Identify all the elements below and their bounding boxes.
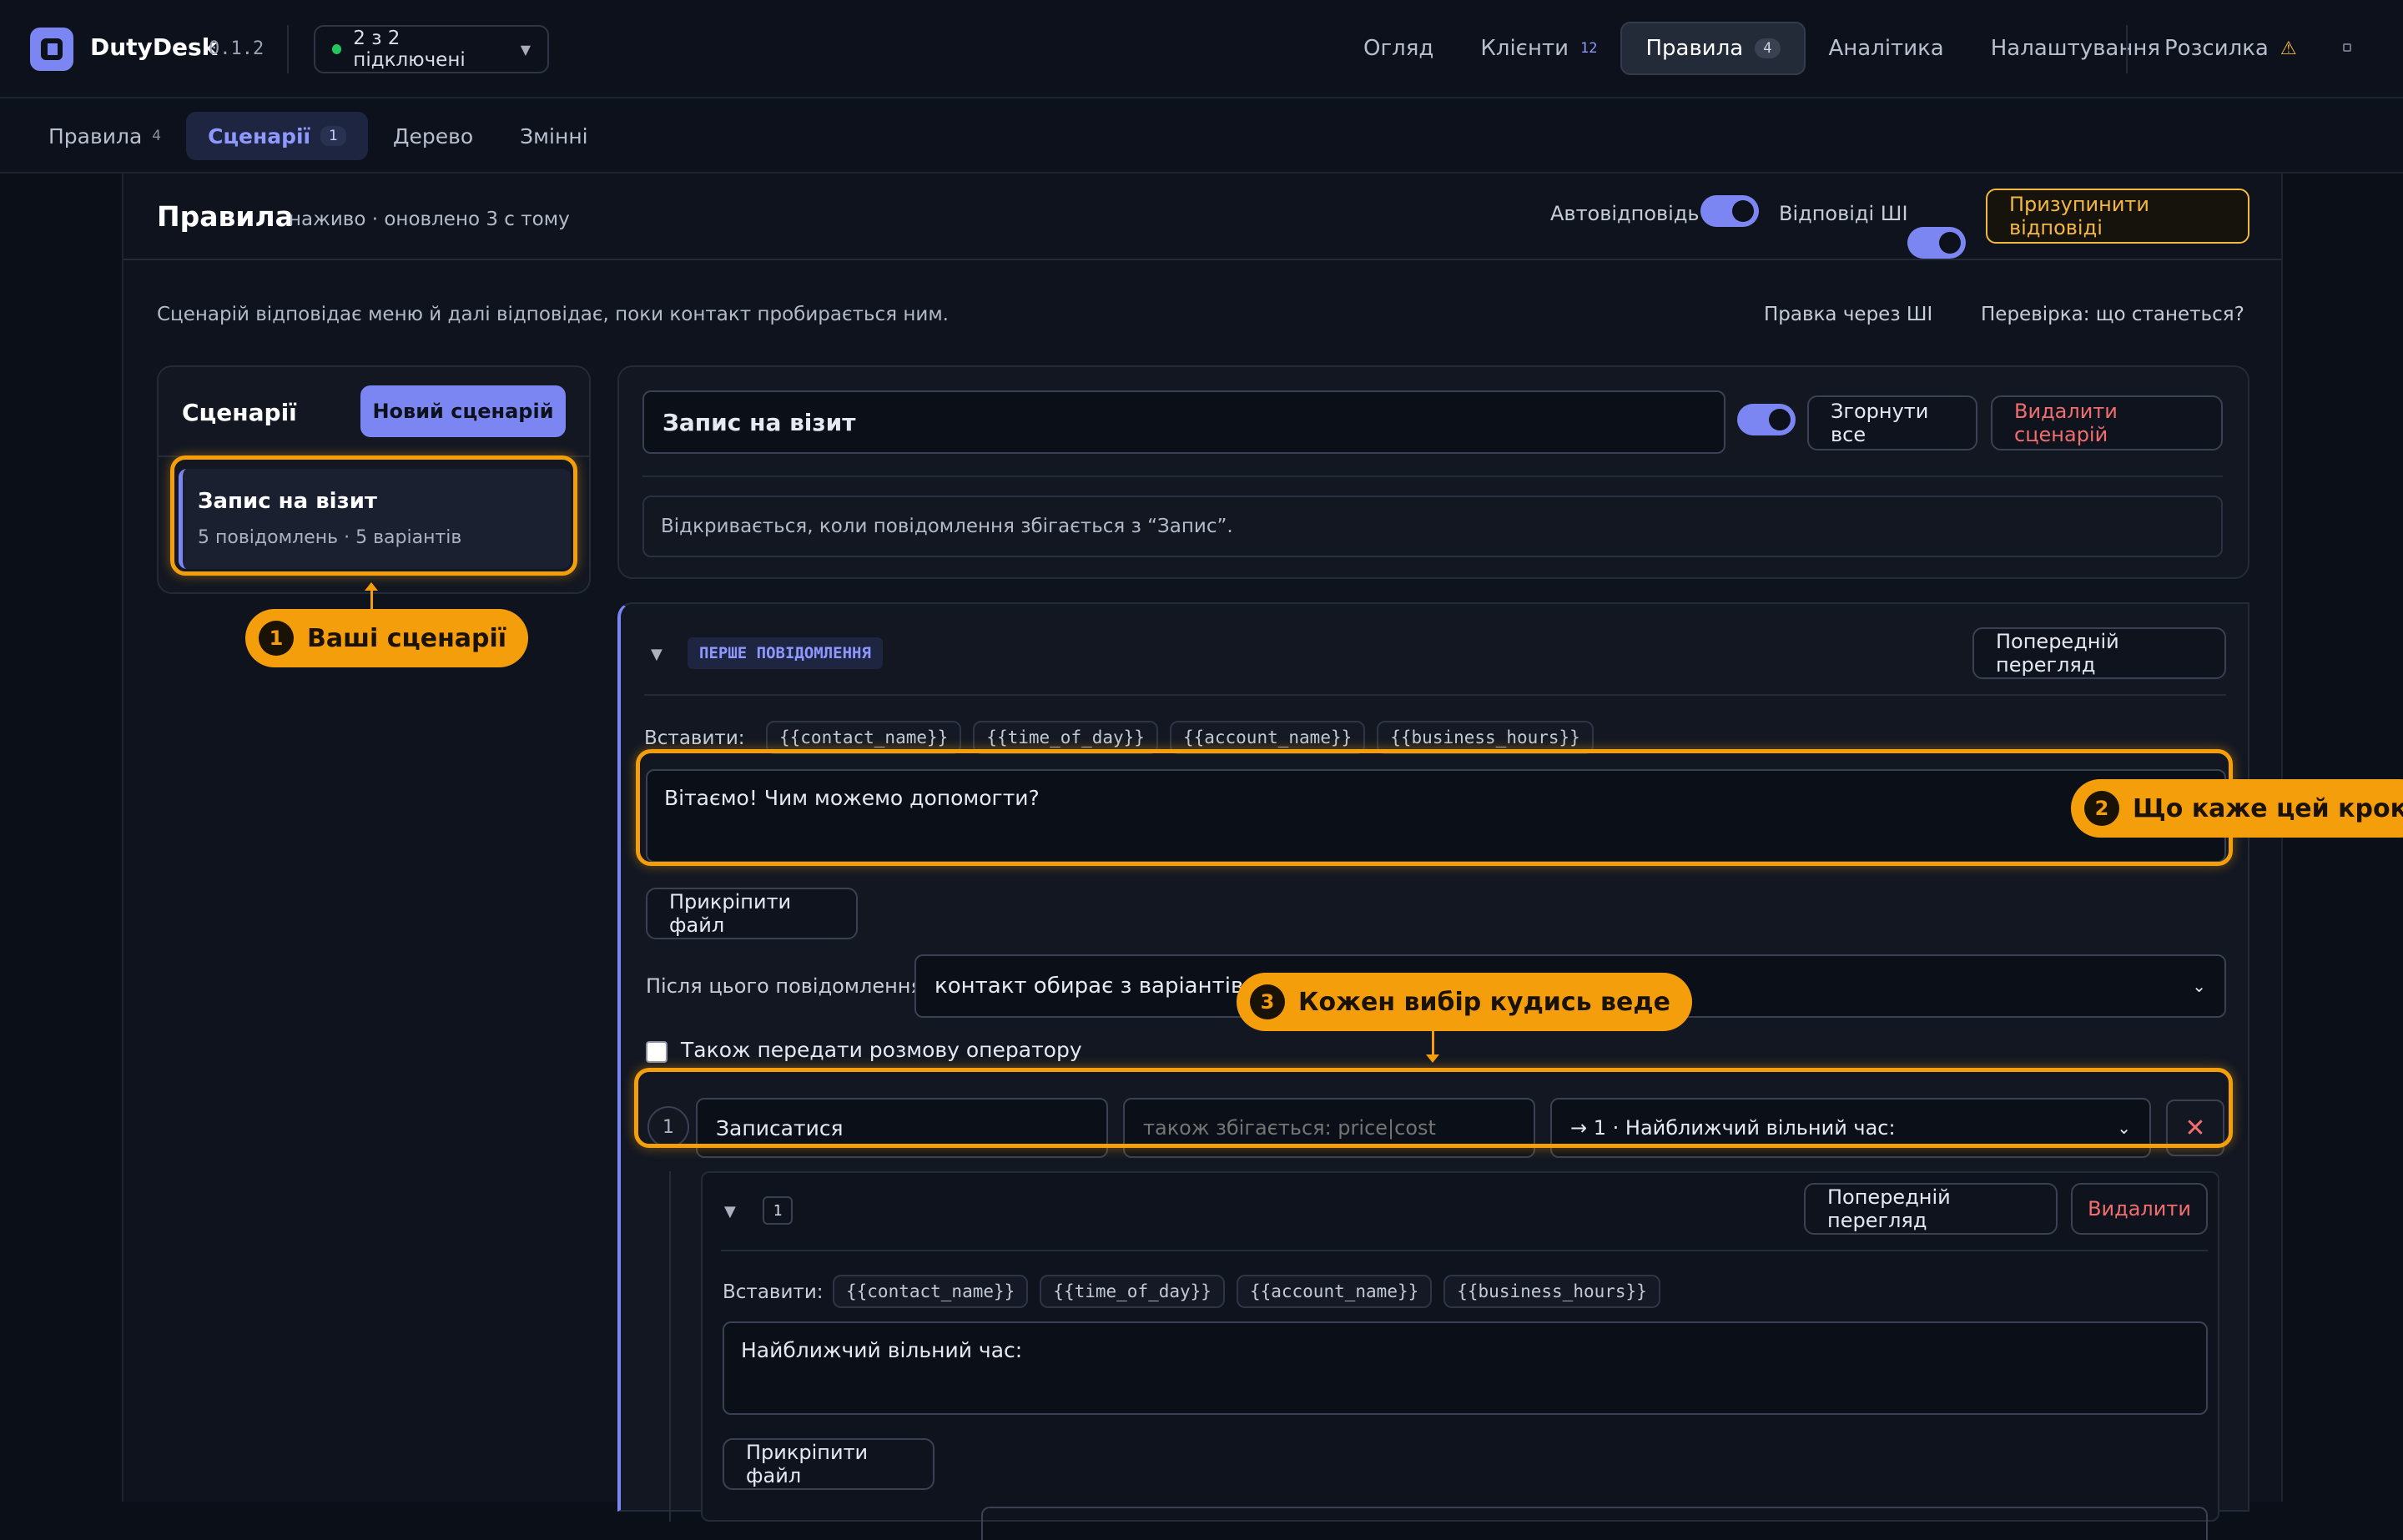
pause-replies-button[interactable]: Призупинити відповіді [1986, 189, 2249, 244]
divider [2126, 25, 2128, 73]
handoff-label: Також передати розмову оператору [681, 1038, 1082, 1062]
insert-label: Вставити: [723, 1281, 824, 1303]
new-scenario-button[interactable]: Новий сценарій [360, 385, 566, 437]
scenario-name-input[interactable] [642, 390, 1725, 454]
tab-variables[interactable]: Змінні [498, 112, 609, 160]
variable-chip[interactable]: {{account_name}} [1236, 1275, 1433, 1308]
first-message-badge: ПЕРШЕ ПОВІДОМЛЕННЯ [688, 637, 883, 669]
callout-2: 2 Що каже цей крок [2071, 779, 2403, 838]
sidebar-title: Сценарії [182, 399, 297, 426]
child-branch: ▼ 1 Попередній перегляд Видалити Вставит… [669, 1171, 2229, 1540]
connection-dropdown[interactable]: 2 з 2 підключені ▼ [314, 25, 549, 73]
top-bar: DutyDesk 0.1.2 2 з 2 підключені ▼ Огляд … [0, 0, 2403, 98]
nav-rules[interactable]: Правила 4 [1620, 22, 1806, 75]
connection-status: 2 з 2 підключені [353, 28, 466, 71]
collapse-all-button[interactable]: Згорнути все [1807, 395, 1977, 450]
arrow-down-icon [1426, 1054, 1439, 1063]
callout-pointer [1432, 1031, 1434, 1056]
ai-replies-label: Відповіді ШІ [1779, 202, 1908, 225]
app-version: 0.1.2 [209, 38, 264, 59]
chevron-down-icon: ⌄ [2192, 976, 2206, 996]
collapse-toggle-icon[interactable]: ▼ [724, 1203, 736, 1220]
divider [644, 694, 2226, 696]
scenario-header-card: Згорнути все Видалити сценарій Відкриває… [617, 365, 2249, 579]
child-preview-button[interactable]: Попередній перегляд [1804, 1183, 2058, 1235]
child-delete-button[interactable]: Видалити [2071, 1183, 2208, 1235]
child-after-select[interactable] [981, 1507, 2208, 1540]
tab-scenarios[interactable]: Сценарії 1 [186, 112, 368, 160]
collapse-toggle-icon[interactable]: ▼ [651, 646, 662, 663]
tab-rules[interactable]: Правила 4 [27, 112, 183, 160]
highlight-message-text [636, 749, 2233, 866]
child-number-badge: 1 [763, 1196, 793, 1225]
divider [123, 259, 2281, 260]
check-link[interactable]: Перевірка: що станеться? [1981, 304, 2244, 325]
divider [642, 476, 2223, 477]
warning-icon: ⚠ [2280, 38, 2297, 59]
app-logo[interactable] [30, 28, 73, 71]
autoreply-label: Автовідповідь [1550, 202, 1700, 225]
callout-3: 3 Кожен вибір кудись веде [1237, 973, 1692, 1031]
chevron-down-icon: ▼ [520, 41, 531, 58]
child-attach-file-button[interactable]: Прикріпити файл [723, 1438, 934, 1490]
ai-replies-toggle[interactable] [1907, 227, 1966, 259]
highlight-option-row [634, 1068, 2233, 1148]
callout-1: 1 Ваші сценарії [245, 609, 529, 667]
nav-analytics[interactable]: Аналітика [1806, 22, 1967, 75]
insert-label: Вставити: [644, 727, 745, 749]
ai-edit-link[interactable]: Правка через ШІ [1764, 304, 1932, 325]
scenario-enabled-toggle[interactable] [1737, 404, 1796, 435]
page-title: Правила [157, 200, 294, 233]
variable-chip[interactable]: {{business_hours}} [1443, 1275, 1660, 1308]
divider [287, 25, 289, 73]
nav-broadcast[interactable]: Розсилка ⚠ [2141, 22, 2320, 75]
variable-chips: {{contact_name}} {{time_of_day}} {{accou… [833, 1275, 1660, 1308]
arrow-up-icon [365, 582, 378, 591]
variable-chip[interactable]: {{contact_name}} [833, 1275, 1029, 1308]
nav-clients[interactable]: Клієнти 12 [1457, 22, 1620, 75]
attach-file-button[interactable]: Прикріпити файл [646, 888, 858, 939]
main-nav: Огляд Клієнти 12 Правила 4 Аналітика Налаш… [1340, 22, 2184, 75]
scenario-description: Сценарій відповідає меню й далі відповід… [157, 304, 949, 325]
sub-nav: Правила 4 Сценарії 1 Дерево Змінні [0, 98, 2403, 174]
variable-chip[interactable]: {{time_of_day}} [1040, 1275, 1225, 1308]
tab-tree[interactable]: Дерево [371, 112, 495, 160]
menu-icon[interactable] [2343, 43, 2351, 52]
handoff-checkbox[interactable] [646, 1041, 668, 1063]
child-message-card: ▼ 1 Попередній перегляд Видалити Вставит… [701, 1171, 2219, 1540]
app-name: DutyDesk [90, 33, 218, 61]
trigger-description: Відкривається, коли повідомлення збігаєт… [642, 496, 2223, 557]
live-status: наживо · оновлено 3 с тому [289, 209, 570, 230]
autoreply-toggle[interactable] [1700, 195, 1759, 227]
nav-overview[interactable]: Огляд [1340, 22, 1457, 75]
child-message-text-area[interactable]: Найближчий вільний час: [723, 1321, 2208, 1415]
highlight-scenario-list [170, 455, 577, 576]
after-message-label: Після цього повідомлення [646, 974, 923, 998]
delete-scenario-button[interactable]: Видалити сценарій [1991, 395, 2223, 450]
preview-button[interactable]: Попередній перегляд [1972, 627, 2226, 679]
status-dot-icon [332, 44, 342, 54]
divider [721, 1250, 2208, 1251]
